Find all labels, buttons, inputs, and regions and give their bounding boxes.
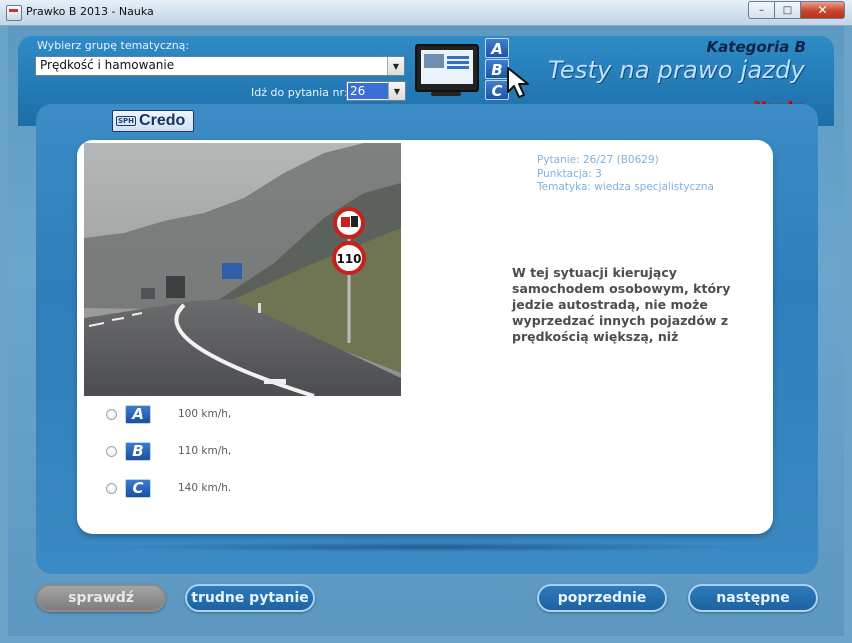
answer-a-radio[interactable] [106, 408, 117, 420]
minimize-button[interactable]: – [748, 1, 775, 19]
logo-letter: A [485, 38, 509, 58]
card-shadow [106, 542, 752, 552]
answer-b[interactable]: B 110 km/h, [106, 441, 231, 461]
check-button[interactable]: sprawdź [36, 584, 166, 612]
question-panel: SPH Credo 110 Pytanie: 26/27 (B0629) Pun… [36, 104, 818, 574]
app-icon [6, 5, 22, 21]
app-body: Wybierz grupę tematyczną: Prędkość i ham… [8, 26, 844, 636]
previous-button[interactable]: poprzednie [537, 584, 667, 612]
question-points: Punktacja: 3 [537, 167, 602, 180]
question-number-value: 26 [348, 83, 388, 99]
monitor-logo-icon [413, 42, 483, 98]
answer-c-text: 140 km/h. [178, 482, 232, 494]
answer-c-radio[interactable] [106, 482, 117, 494]
chevron-down-icon[interactable]: ▼ [388, 82, 405, 100]
hard-question-button[interactable]: trudne pytanie [185, 584, 315, 612]
sign-speed-text: 110 [336, 252, 361, 266]
answer-a-text: 100 km/h, [178, 408, 232, 420]
answer-a-letter[interactable]: A [125, 404, 151, 424]
title-bar: Prawko B 2013 - Nauka – □ ✕ [0, 0, 852, 26]
question-number-select[interactable]: 26 ▼ [346, 81, 406, 101]
question-meta: Pytanie: 26/27 (B0629) Punktacja: 3 Tema… [537, 154, 714, 195]
answer-c-letter[interactable]: C [125, 478, 151, 498]
app-title: Testy na prawo jazdy [548, 56, 805, 84]
answer-a[interactable]: A 100 km/h, [106, 404, 231, 424]
question-number: Pytanie: 26/27 (B0629) [537, 154, 659, 166]
maximize-button[interactable]: □ [775, 1, 801, 19]
question-photo: 110 [84, 143, 401, 396]
answer-c[interactable]: C 140 km/h. [106, 478, 231, 498]
chevron-down-icon[interactable]: ▼ [387, 57, 404, 75]
close-button[interactable]: ✕ [801, 1, 845, 19]
question-card: 110 Pytanie: 26/27 (B0629) Punktacja: 3 … [77, 140, 773, 534]
answer-b-radio[interactable] [106, 445, 117, 457]
question-topic: Tematyka: wiedza specjalistyczna [537, 181, 714, 193]
credo-badge: SPH [116, 116, 137, 126]
answer-b-letter[interactable]: B [125, 441, 151, 461]
answer-b-text: 110 km/h, [178, 445, 232, 457]
group-label: Wybierz grupę tematyczną: [37, 39, 190, 52]
group-select-value: Prędkość i hamowanie [40, 58, 175, 72]
credo-name: Credo [139, 112, 186, 129]
window-title: Prawko B 2013 - Nauka [26, 5, 154, 18]
group-select[interactable]: Prędkość i hamowanie ▼ [35, 56, 405, 76]
credo-logo: SPH Credo [112, 110, 194, 132]
cursor-icon [507, 67, 529, 98]
question-text: W tej sytuacji kierujący samochodem osob… [512, 265, 731, 344]
next-button[interactable]: następne [688, 584, 818, 612]
window-controls: – □ ✕ [748, 1, 845, 19]
category-label: Kategoria B [706, 38, 806, 56]
goto-label: Idź do pytania nr: [251, 86, 348, 99]
